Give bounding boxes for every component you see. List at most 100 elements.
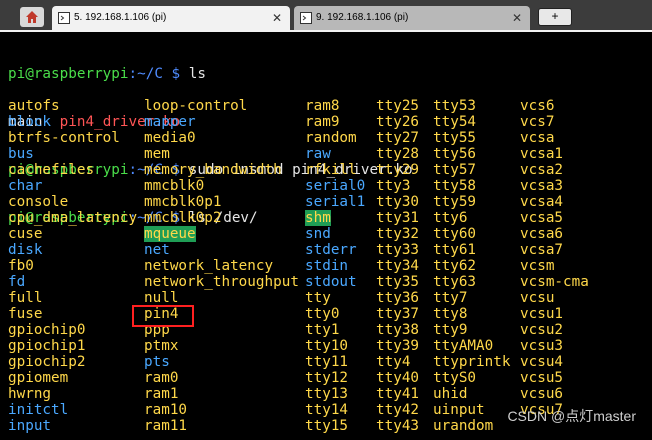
dev-entry: ttyprintk [433,354,511,370]
dev-entry: tty0 [305,306,340,322]
dev-entry: hwrng [8,386,52,402]
watermark: CSDN @点灯master [507,408,636,424]
dev-entry: tty3 [376,178,411,194]
dev-entry: tty38 [376,322,420,338]
dev-entry: fd [8,274,26,290]
dev-entry: network_throughput [144,274,299,290]
prompt-path: :~/C $ [128,66,189,82]
terminal-line: pi@raspberrypi:~/C $ ls [8,66,652,82]
tab-close-icon[interactable]: ✕ [272,6,282,30]
dev-entry: vcsu4 [520,354,564,370]
dev-entry: cuse [8,226,43,242]
dev-column: tty53 tty54 tty55 tty56 tty57 tty58 tty59 tty6 t… [433,98,510,434]
dev-entry: vcsa [520,130,555,146]
dev-entry: tty60 [433,226,477,242]
dev-entry: vcsm [520,258,555,274]
tab-session-9[interactable]: 9. 192.168.1.106 (pi) ✕ [294,6,530,30]
dev-entry: tty40 [376,370,420,386]
dev-entry: vcsa5 [520,210,564,226]
dev-entry: tty55 [433,130,477,146]
tab-underline [0,30,652,32]
dev-entry: null [144,290,179,306]
dev-entry: initctl [8,402,69,418]
dev-entry: shm [305,210,331,226]
dev-entry: stderr [305,242,357,258]
dev-entry: tty43 [376,418,420,434]
dev-entry: cachefiles [8,162,95,178]
dev-entry: tty32 [376,226,420,242]
dev-entry: net [144,242,170,258]
terminal-tab-icon [300,12,312,24]
dev-entry: tty62 [433,258,477,274]
dev-entry: ptmx [144,338,179,354]
dev-entry: ttyAMA0 [433,338,494,354]
dev-column: vcs6 vcs7 vcsa vcsa1 vcsa2 vcsa3 vcsa4 vcsa5 vcs… [520,98,589,434]
dev-entry: vcsu2 [520,322,564,338]
tab-bar: 5. 192.168.1.106 (pi) ✕ 9. 192.168.1.106… [0,0,652,32]
dev-entry: cpu_dma_latency [8,210,138,226]
dev-entry: tty8 [433,306,468,322]
dev-entry: urandom [433,418,494,434]
dev-entry: uinput [433,402,485,418]
dev-entry: uhid [433,386,468,402]
dev-entry: tty11 [305,354,349,370]
dev-entry: tty35 [376,274,420,290]
home-icon [26,11,38,23]
dev-entry: tty7 [433,290,468,306]
dev-entry: fb0 [8,258,34,274]
dev-entry: rfkill [305,162,357,178]
dev-entry: raw [305,146,331,162]
dev-entry: tty61 [433,242,477,258]
dev-entry: tty41 [376,386,420,402]
dev-entry: tty14 [305,402,349,418]
dev-entry: ram0 [144,370,179,386]
dev-entry: stdout [305,274,357,290]
tab-close-icon[interactable]: ✕ [512,6,522,30]
dev-entry: random [305,130,357,146]
dev-entry: vcsa7 [520,242,564,258]
dev-entry: tty56 [433,146,477,162]
dev-entry: vcsa1 [520,146,564,162]
tab-label: 9. 192.168.1.106 (pi) [316,12,409,23]
dev-entry: tty9 [433,322,468,338]
dev-entry: mmcblk0 [144,178,205,194]
dev-entry: network_latency [144,258,274,274]
home-button[interactable] [20,7,44,27]
dev-entry: tty6 [433,210,468,226]
prompt-user: pi@raspberrypi [8,66,129,82]
dev-entry: tty34 [376,258,420,274]
dev-entry: tty10 [305,338,349,354]
dev-entry: mmcblk0p2 [144,210,222,226]
dev-entry: pts [144,354,170,370]
dev-entry: tty42 [376,402,420,418]
dev-entry: tty37 [376,306,420,322]
dev-entry: ram11 [144,418,188,434]
dev-entry: gpiochip1 [8,338,86,354]
dev-entry: tty63 [433,274,477,290]
dev-entry: vcs6 [520,98,555,114]
dev-entry: serial0 [305,178,366,194]
new-tab-button[interactable]: + [538,8,572,26]
dev-entry: ttyS0 [433,370,477,386]
dev-entry: tty29 [376,162,420,178]
dev-entry: tty33 [376,242,420,258]
dev-entry: tty36 [376,290,420,306]
dev-entry: snd [305,226,331,242]
dev-column: ram8 ram9 random raw rfkill serial0 serial1 shm… [305,98,365,434]
dev-entry: vcsu1 [520,306,564,322]
dev-entry: media0 [144,130,196,146]
dev-entry: tty54 [433,114,477,130]
dev-entry: tty4 [376,354,411,370]
terminal-tab-icon [58,12,70,24]
dev-entry: tty57 [433,162,477,178]
dev-entry: ram9 [305,114,340,130]
dev-entry: vcsu5 [520,370,564,386]
tab-label: 5. 192.168.1.106 (pi) [74,12,167,23]
dev-entry: vcsa2 [520,162,564,178]
dev-entry: tty30 [376,194,420,210]
dev-entry: serial1 [305,194,366,210]
dev-entry: vcsu6 [520,386,564,402]
tab-session-5[interactable]: 5. 192.168.1.106 (pi) ✕ [52,6,290,30]
dev-entry: vcsa3 [520,178,564,194]
dev-entry: gpiomem [8,370,69,386]
